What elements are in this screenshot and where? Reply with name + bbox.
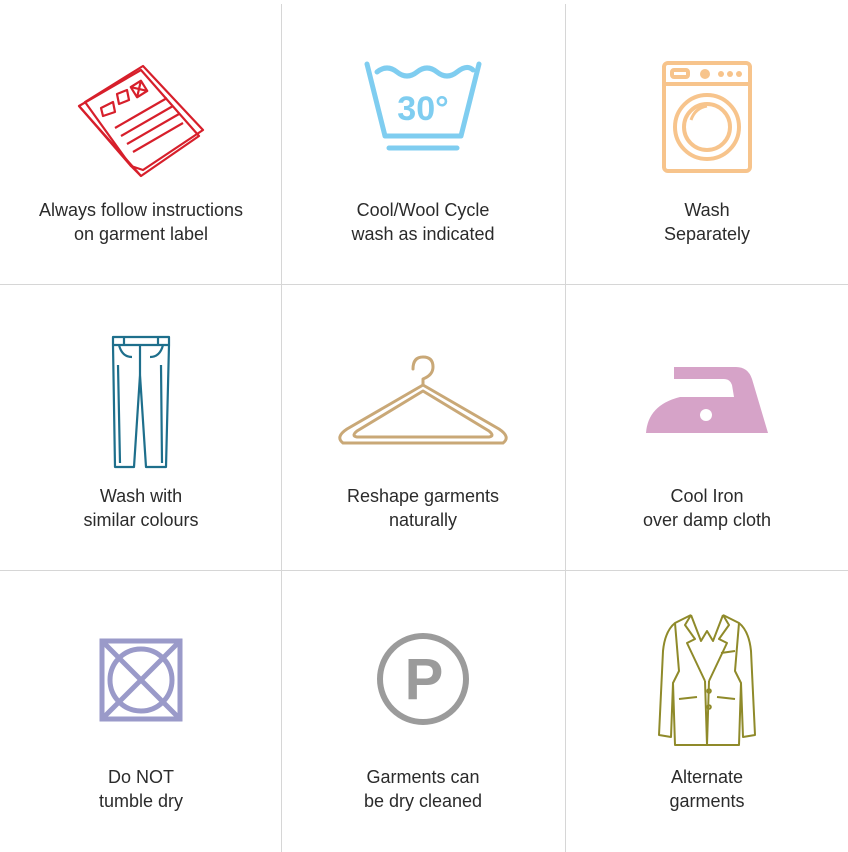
care-cell-reshape: Reshape garments naturally	[282, 285, 564, 570]
care-instructions-grid: Always follow instructions on garment la…	[0, 0, 848, 852]
washing-machine-icon	[566, 60, 848, 174]
label-line-2: naturally	[388, 510, 458, 530]
jacket-icon	[566, 611, 848, 747]
garment-label-icon	[0, 58, 282, 188]
care-cell-no-tumble-dry: Do NOT tumble dry	[0, 571, 282, 852]
care-label: Cool/Wool Cycle wash as indicated	[282, 198, 564, 246]
care-cell-similar-colours: Wash with similar colours	[0, 285, 282, 570]
care-cell-cool-wool: 30° Cool/Wool Cycle wash as indicated	[282, 0, 564, 284]
care-cell-cool-iron: Cool Iron over damp cloth	[566, 285, 848, 570]
label-line-1: Wash with	[99, 486, 183, 506]
dry-clean-letter: P	[405, 647, 444, 712]
care-label: Wash with similar colours	[0, 484, 282, 532]
label-line-1: Do NOT	[107, 767, 174, 787]
care-label: Alternate garments	[566, 765, 848, 813]
wash-temperature: 30°	[397, 90, 448, 128]
care-cell-wash-separately: Wash Separately	[566, 0, 848, 284]
label-line-1: Alternate	[670, 767, 744, 787]
care-cell-dry-clean: P Garments can be dry cleaned	[282, 571, 564, 852]
care-label: Reshape garments naturally	[282, 484, 564, 532]
care-label: Do NOT tumble dry	[0, 765, 282, 813]
label-line-2: over damp cloth	[642, 510, 772, 530]
label-line-2: tumble dry	[98, 791, 184, 811]
label-line-2: garments	[669, 791, 745, 811]
wash-30-icon: 30°	[282, 58, 564, 153]
care-label: Wash Separately	[566, 198, 848, 246]
care-cell-alternate: Alternate garments	[566, 571, 848, 852]
label-line-1: Reshape garments	[346, 486, 500, 506]
iron-icon	[566, 365, 848, 437]
label-line-1: Wash	[684, 200, 730, 220]
label-line-1: Always follow instructions	[38, 200, 244, 220]
care-label: Cool Iron over damp cloth	[566, 484, 848, 532]
jeans-icon	[0, 335, 282, 469]
label-line-2: similar colours	[83, 510, 199, 530]
label-line-2: be dry cleaned	[363, 791, 483, 811]
label-line-1: Cool Iron	[670, 486, 744, 506]
label-line-1: Garments can	[366, 767, 480, 787]
dry-clean-p-icon: P	[282, 631, 564, 727]
care-label: Garments can be dry cleaned	[282, 765, 564, 813]
no-tumble-dry-icon	[0, 637, 282, 723]
label-line-1: Cool/Wool Cycle	[356, 200, 490, 220]
care-cell-follow-label: Always follow instructions on garment la…	[0, 0, 282, 284]
label-line-2: wash as indicated	[351, 224, 495, 244]
care-label: Always follow instructions on garment la…	[0, 198, 282, 246]
label-line-2: on garment label	[73, 224, 209, 244]
label-line-2: Separately	[663, 224, 751, 244]
hanger-icon	[282, 355, 564, 447]
